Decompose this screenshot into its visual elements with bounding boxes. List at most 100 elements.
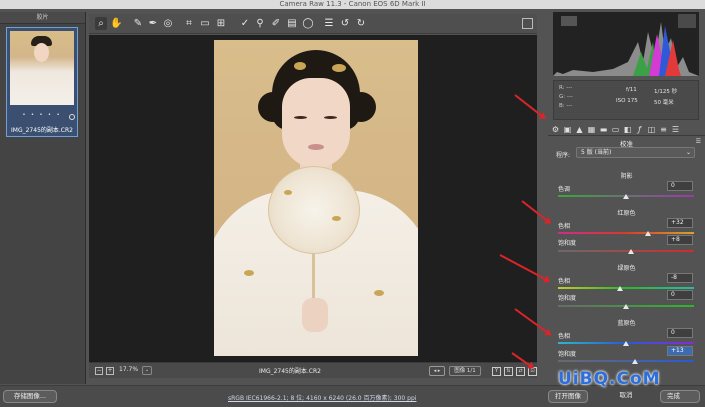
green-saturation-field[interactable]: 0 <box>667 290 693 300</box>
process-dropdown[interactable]: 5 版 (当前) ⌄ <box>576 147 695 158</box>
red-saturation-slider[interactable] <box>558 250 694 252</box>
white-balance-tool-icon[interactable]: ✎ <box>132 17 144 30</box>
tab-presets-icon[interactable]: ≡ <box>659 125 668 134</box>
image-nav-buttons[interactable]: ◂ ▸ <box>429 366 445 376</box>
red-saturation-label: 饱和度 <box>558 240 577 247</box>
before-after-y-button[interactable]: Y <box>492 367 501 376</box>
save-image-button[interactable]: 存储图像... <box>3 390 57 403</box>
shutter-speed: 1/125 秒 <box>654 89 678 95</box>
red-hue-slider[interactable] <box>558 232 694 234</box>
red-hue-label: 色相 <box>558 223 571 230</box>
blue-saturation-field[interactable]: +13 <box>667 346 693 356</box>
photo-fan <box>268 166 360 254</box>
panel-tabs: ⚙ ▣ ▲ ▦ ▬ ▭ ◧ ƒ ◫ ≡ ☰ <box>548 124 705 136</box>
photo-robe-pattern <box>374 290 384 296</box>
histogram <box>553 12 699 76</box>
zoom-out-button[interactable]: − <box>95 367 103 375</box>
panel-menu-icon[interactable]: ☰ <box>696 138 701 145</box>
green-hue-slider[interactable] <box>558 287 694 289</box>
targeted-adjustment-tool-icon[interactable]: ◎ <box>162 17 174 30</box>
tab-hsl-icon[interactable]: ▦ <box>587 125 596 134</box>
tab-basic-icon[interactable]: ⚙ <box>551 125 560 134</box>
photo-hand <box>302 298 328 332</box>
adjustment-brush-tool-icon[interactable]: ✐ <box>270 17 282 30</box>
process-value: 5 版 (当前) <box>581 149 612 156</box>
blue-saturation-slider[interactable] <box>558 360 694 362</box>
green-saturation-label: 饱和度 <box>558 295 577 302</box>
green-hue-label: 色相 <box>558 278 571 285</box>
green-hue-knob[interactable] <box>617 286 623 291</box>
green-hue-field[interactable]: -8 <box>667 273 693 283</box>
crop-tool-icon[interactable]: ⌗ <box>183 17 195 30</box>
histogram-blur-patch <box>561 16 577 26</box>
workflow-options-link[interactable]: sRGB IEC61966-2.1; 8 位; 4160 x 6240 (26.… <box>228 393 416 402</box>
site-watermark: UiBQ.CoM <box>558 369 661 389</box>
tab-effects-icon[interactable]: ◧ <box>623 125 632 134</box>
red-saturation-field[interactable]: +8 <box>667 235 693 245</box>
green-saturation-knob[interactable] <box>623 304 629 309</box>
transform-tool-icon[interactable]: ⊞ <box>215 17 227 30</box>
fullscreen-icon[interactable] <box>522 18 533 29</box>
hand-tool-icon[interactable]: ✋ <box>110 17 122 30</box>
camera-raw-window: Camera Raw 11.3 - Canon EOS 6D Mark II 胶… <box>0 0 705 407</box>
b-value: B: --- <box>559 103 573 109</box>
preview-status-bar: − + 17.7% ⌄ IMG_2745的副本.CR2 ◂ ▸ 图像 1/1 Y… <box>89 362 537 378</box>
red-saturation-knob[interactable] <box>628 249 634 254</box>
iso: ISO 175 <box>616 98 638 104</box>
adjustment-panel: R: --- G: --- B: --- f/11 1/125 秒 ISO 17… <box>548 12 705 384</box>
red-hue-knob[interactable] <box>645 231 651 236</box>
preview-photo <box>214 40 418 356</box>
zoom-tool-icon[interactable]: ⌕ <box>95 17 107 30</box>
thumbnail-filename: IMG_2745的副本.CR2 <box>11 127 73 134</box>
zoom-dropdown[interactable]: ⌄ <box>142 366 152 375</box>
red-hue-field[interactable]: +32 <box>667 218 693 228</box>
thumbnail-face <box>34 43 49 62</box>
zoom-in-button[interactable]: + <box>106 367 114 375</box>
tab-calibration-icon[interactable]: ◫ <box>647 125 656 134</box>
red-eye-tool-icon[interactable]: ⚲ <box>254 17 266 30</box>
tab-split-toning-icon[interactable]: ▬ <box>599 125 608 134</box>
shadows-tint-knob[interactable] <box>623 194 629 199</box>
cancel-button[interactable]: 取消 <box>612 390 640 403</box>
blue-hue-label: 色相 <box>558 333 571 340</box>
straighten-tool-icon[interactable]: ▭ <box>199 17 211 30</box>
shadows-tint-field[interactable]: 0 <box>667 181 693 191</box>
tab-tone-curve-icon[interactable]: ▣ <box>563 125 572 134</box>
photo-eye-left <box>294 116 307 119</box>
image-canvas[interactable] <box>89 35 537 362</box>
radial-filter-tool-icon[interactable]: ◯ <box>302 17 314 30</box>
copy-settings-button[interactable]: ⇄ <box>516 367 525 376</box>
preferences-icon[interactable]: ☰ <box>323 17 335 30</box>
filmstrip-thumbnail[interactable]: • • • • • IMG_2745的副本.CR2 <box>6 27 78 137</box>
photo-fan-pattern <box>332 216 341 221</box>
tab-fx-icon[interactable]: ƒ <box>635 125 644 134</box>
histogram-graph <box>553 14 699 76</box>
tab-lens-icon[interactable]: ▭ <box>611 125 620 134</box>
filmstrip-header: 胶片 <box>0 12 85 24</box>
spot-removal-tool-icon[interactable]: ✓ <box>239 17 251 30</box>
photo-face <box>282 78 350 168</box>
photo-fan-pattern <box>284 190 292 195</box>
tab-snapshots-icon[interactable]: ☰ <box>671 125 680 134</box>
rotate-right-icon[interactable]: ↻ <box>355 17 367 30</box>
blue-hue-field[interactable]: 0 <box>667 328 693 338</box>
process-label: 程序: <box>556 152 571 159</box>
thumbnail-rating[interactable]: • • • • • <box>7 112 77 118</box>
rotate-left-icon[interactable]: ↺ <box>339 17 351 30</box>
open-image-button[interactable]: 打开图像 <box>548 390 588 403</box>
swap-settings-button[interactable]: ⇅ <box>504 367 513 376</box>
shadows-section-title: 阴影 <box>620 173 633 180</box>
graduated-filter-tool-icon[interactable]: ▤ <box>286 17 298 30</box>
blue-hue-knob[interactable] <box>623 341 629 346</box>
photo-hairpin <box>332 64 346 72</box>
blue-primary-section-title: 蓝原色 <box>617 320 636 327</box>
blue-saturation-knob[interactable] <box>632 359 638 364</box>
color-sampler-tool-icon[interactable]: ✒ <box>147 17 159 30</box>
image-counter: 图像 1/1 <box>449 366 481 376</box>
done-button[interactable]: 完成 <box>660 390 700 403</box>
sync-icon <box>69 114 75 120</box>
window-title: Camera Raw 11.3 - Canon EOS 6D Mark II <box>0 0 705 9</box>
histogram-blur-patch <box>678 14 696 28</box>
chevron-down-icon: ⌄ <box>685 149 691 156</box>
tab-detail-icon[interactable]: ▲ <box>575 125 584 134</box>
